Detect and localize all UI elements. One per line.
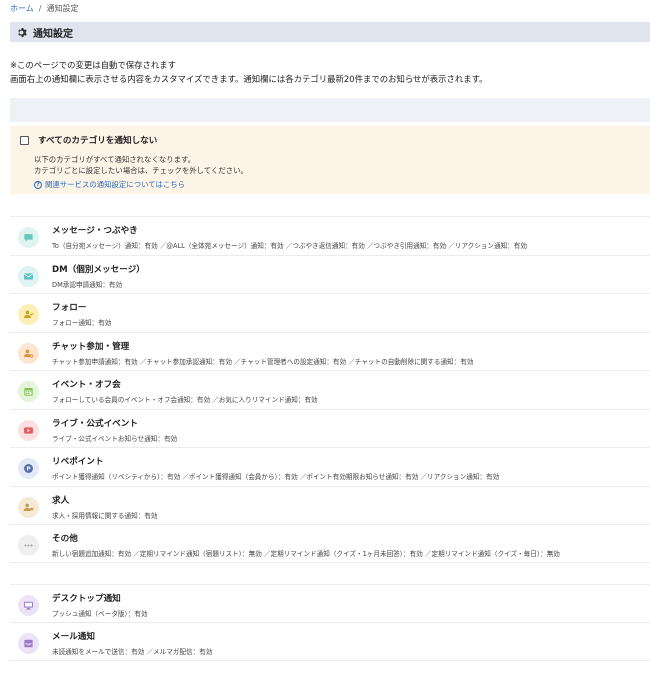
customize-note: 画面右上の通知欄に表示させる内容をカスタマイズできます。通知欄には各カテゴリ最新… xyxy=(10,74,488,84)
category-row[interactable]: ライブ・公式イベントライブ・公式イベントお知らせ通知：有効 xyxy=(10,409,650,448)
category-name: DM（個別メッセージ） xyxy=(52,265,145,275)
category-name: ライブ・公式イベント xyxy=(52,419,138,429)
breadcrumb: ホーム / 通知設定 xyxy=(10,3,78,14)
breadcrumb-separator: / xyxy=(38,4,42,13)
category-detail: チャット参加申請通知：有効 ／チャット参加承認通知：有効 ／チャット管理者への設… xyxy=(52,358,474,366)
category-detail: 未読通知をメールで送信：有効 ／メルマガ配信：有効 xyxy=(52,648,213,656)
related-services-help-link[interactable]: ? 関連サービスの通知設定についてはこちら xyxy=(34,179,185,190)
page-header: 通知設定 xyxy=(10,22,650,42)
question-circle-icon: ? xyxy=(34,180,42,189)
user-settings-icon xyxy=(18,343,39,364)
settings-notes: ※このページでの変更は自動で保存されます 画面右上の通知欄に表示させる内容をカス… xyxy=(10,58,488,86)
category-row[interactable]: イベント・オフ会フォローしている会員のイベント・オフ会通知：有効 ／お気に入りリ… xyxy=(10,370,650,409)
category-name: チャット参加・管理 xyxy=(52,342,130,352)
user-follow-icon xyxy=(18,304,39,325)
category-name: フォロー xyxy=(52,303,87,313)
mute-all-desc-line1: 以下のカテゴリがすべて通知されなくなります。 xyxy=(34,155,196,164)
mail-icon xyxy=(18,266,39,287)
mute-all-checkbox[interactable] xyxy=(20,136,29,145)
category-row[interactable]: DM（個別メッセージ） DM承認申請通知：有効 xyxy=(10,255,650,294)
svg-text:P: P xyxy=(26,467,30,473)
category-detail: フォロー通知：有効 xyxy=(52,319,112,327)
mute-all-label[interactable]: すべてのカテゴリを通知しない xyxy=(38,134,157,146)
gear-icon xyxy=(17,27,28,38)
category-row[interactable]: その他新しい宿題追加通知：有効 ／定期リマインド通知（宿題リスト）：無効 ／定期… xyxy=(10,524,650,563)
message-bubble-icon xyxy=(18,227,39,248)
job-user-icon xyxy=(18,497,39,518)
category-detail: 新しい宿題追加通知：有効 ／定期リマインド通知（宿題リスト）：無効 ／定期リマイ… xyxy=(52,550,560,558)
play-video-icon xyxy=(18,420,39,441)
help-link-text[interactable]: 関連サービスの通知設定についてはこちら xyxy=(45,179,185,190)
category-detail: プッシュ通知（ベータ版）：有効 xyxy=(52,610,148,618)
point-coin-icon: P xyxy=(18,458,39,479)
breadcrumb-current: 通知設定 xyxy=(46,4,79,13)
category-name: メール通知 xyxy=(52,632,95,642)
category-detail: DM承認申請通知：有効 xyxy=(52,281,123,289)
category-detail: 求人・採用情報に関する通知：有効 xyxy=(52,512,158,520)
category-name: デスクトップ通知 xyxy=(52,594,121,604)
mute-all-panel: すべてのカテゴリを通知しない 以下のカテゴリがすべて通知されなくなります。 カテ… xyxy=(10,126,650,194)
category-name: その他 xyxy=(52,534,78,544)
calendar-icon xyxy=(18,381,39,402)
category-row[interactable]: メッセージ・つぶやき To（自分宛メッセージ）通知：有効 ／@ALL（全体宛メッセ… xyxy=(10,216,650,255)
inbox-tray-icon xyxy=(18,633,39,654)
category-row[interactable]: フォローフォロー通知：有効 xyxy=(10,293,650,332)
desktop-monitor-icon xyxy=(18,595,39,616)
category-detail: ポイント獲得通知（リベシティから）：有効 ／ポイント獲得通知（会員から）：有効 … xyxy=(52,473,500,481)
page-title: 通知設定 xyxy=(33,28,73,40)
more-dots-icon xyxy=(18,535,39,556)
category-row[interactable]: チャット参加・管理チャット参加申請通知：有効 ／チャット参加承認通知：有効 ／チ… xyxy=(10,332,650,371)
category-row[interactable]: デスクトップ通知プッシュ通知（ベータ版）：有効 xyxy=(10,584,650,623)
category-row[interactable]: 求人求人・採用情報に関する通知：有効 xyxy=(10,486,650,525)
category-row[interactable]: P リベポイントポイント獲得通知（リベシティから）：有効 ／ポイント獲得通知（会員… xyxy=(10,447,650,486)
category-name: イベント・オフ会 xyxy=(52,380,121,390)
breadcrumb-home-link[interactable]: ホーム xyxy=(10,4,34,13)
mute-all-desc-line2: カテゴリごとに設定したい場合は、チェックを外してください。 xyxy=(34,166,248,175)
category-name: リベポイント xyxy=(52,457,104,467)
category-detail: To（自分宛メッセージ）通知：有効 ／@ALL（全体宛メッセージ）通知：有効 ／… xyxy=(52,242,527,250)
category-detail: ライブ・公式イベントお知らせ通知：有効 xyxy=(52,435,178,443)
category-row[interactable]: メール通知未読通知をメールで送信：有効 ／メルマガ配信：有効 xyxy=(10,622,650,661)
autosave-note: ※このページでの変更は自動で保存されます xyxy=(10,60,176,70)
category-detail: フォローしている会員のイベント・オフ会通知：有効 ／お気に入りリマインド通知：有… xyxy=(52,396,318,404)
mute-all-description: 以下のカテゴリがすべて通知されなくなります。 カテゴリごとに設定したい場合は、チ… xyxy=(34,154,248,176)
section-band xyxy=(10,98,650,122)
category-name: 求人 xyxy=(52,496,70,506)
category-name: メッセージ・つぶやき xyxy=(52,226,138,236)
